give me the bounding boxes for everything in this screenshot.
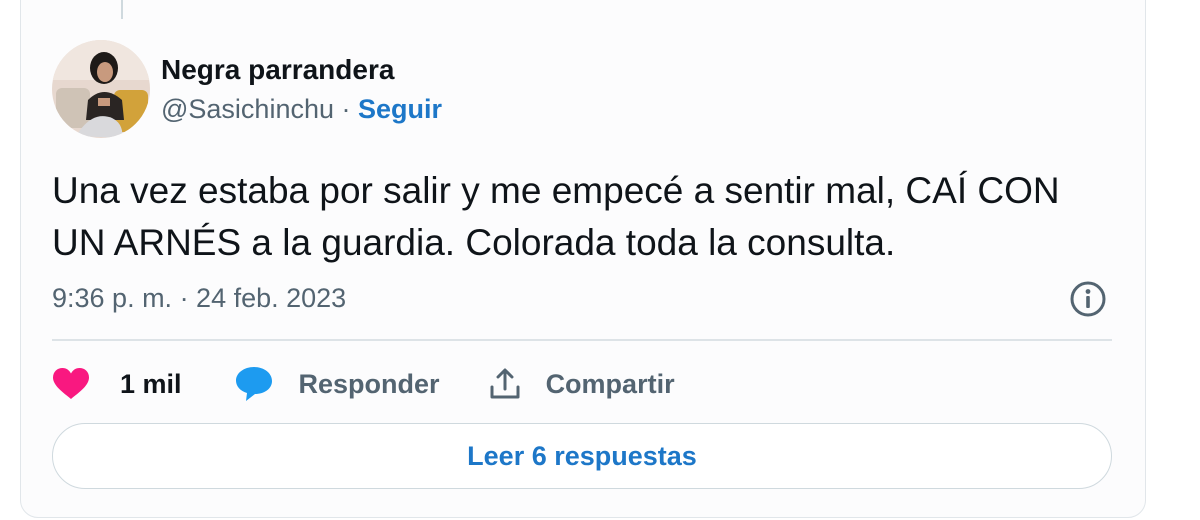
author-name[interactable]: Negra parrandera — [161, 54, 394, 86]
handle-row: @Sasichinchu · Seguir — [161, 94, 442, 125]
share-label: Compartir — [545, 368, 675, 399]
tweet-timestamp[interactable]: 9:36 p. m. · 24 feb. 2023 — [52, 283, 346, 314]
info-icon[interactable] — [1069, 280, 1107, 318]
separator-dot: · — [341, 94, 351, 124]
tweet-text: Una vez estaba por salir y me empecé a s… — [52, 170, 1060, 263]
follow-button[interactable]: Seguir — [358, 94, 442, 124]
avatar[interactable] — [52, 40, 150, 138]
divider — [52, 339, 1112, 341]
share-button[interactable]: Compartir — [488, 367, 675, 401]
like-button[interactable]: 1 mil — [52, 367, 182, 401]
read-replies-label: Leer 6 respuestas — [467, 440, 697, 471]
avatar-image — [52, 40, 150, 138]
share-upload-icon — [490, 368, 520, 399]
action-bar: 1 mil Responder Compartir — [52, 360, 675, 408]
speech-bubble-icon — [235, 367, 272, 401]
reply-button[interactable]: Responder — [234, 365, 440, 403]
thread-connector-line — [121, 0, 123, 19]
read-replies-button[interactable]: Leer 6 respuestas — [52, 423, 1112, 489]
author-handle[interactable]: @Sasichinchu — [161, 94, 334, 124]
reply-label: Responder — [298, 368, 440, 399]
like-count: 1 mil — [120, 368, 182, 399]
heart-icon — [53, 368, 89, 399]
